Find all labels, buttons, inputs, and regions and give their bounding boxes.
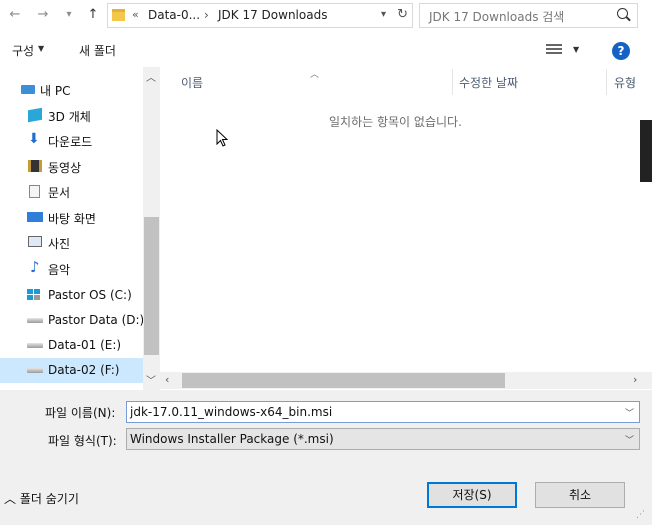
back-arrow-icon[interactable]: ← bbox=[6, 6, 24, 24]
breadcrumb-separator[interactable]: › bbox=[204, 8, 209, 22]
nav-item-label: Pastor OS (C:) bbox=[48, 288, 132, 302]
pictures-icon bbox=[28, 236, 42, 247]
empty-folder-message: 일치하는 항목이 없습니다. bbox=[329, 115, 462, 129]
nav-item-drive-c[interactable]: Pastor OS (C:) bbox=[0, 283, 143, 308]
address-bar[interactable]: « Data-0... › JDK 17 Downloads ▾ ↻ bbox=[107, 3, 413, 28]
search-input[interactable]: JDK 17 Downloads 검색 bbox=[419, 3, 638, 28]
document-icon bbox=[29, 185, 40, 198]
mouse-cursor-icon bbox=[216, 129, 228, 147]
nav-item-label: 음악 bbox=[48, 263, 71, 277]
drive-icon bbox=[27, 368, 43, 373]
breadcrumb-item[interactable]: JDK 17 Downloads bbox=[218, 8, 327, 22]
scroll-left-icon[interactable]: ‹ bbox=[165, 373, 169, 386]
nav-item-label: 내 PC bbox=[40, 84, 71, 98]
file-list[interactable]: ︿ 이름 수정한 날짜 유형 일치하는 항목이 없습니다. ‹ › bbox=[160, 67, 652, 390]
nav-item-label: 바탕 화면 bbox=[48, 212, 96, 226]
file-name-field[interactable]: jdk-17.0.11_windows-x64_bin.msi ﹀ bbox=[126, 401, 640, 423]
3d-objects-icon bbox=[28, 107, 42, 123]
sort-ascending-icon: ︿ bbox=[310, 70, 320, 80]
column-divider[interactable] bbox=[452, 69, 453, 95]
windows-drive-icon bbox=[27, 289, 41, 301]
background-window-edge bbox=[640, 120, 652, 182]
chevron-up-icon: ︿ bbox=[4, 492, 17, 506]
hide-folders-toggle[interactable]: ︿ 폴더 숨기기 bbox=[4, 490, 79, 507]
organize-button[interactable]: 구성 bbox=[12, 42, 34, 59]
music-icon: ♪ bbox=[30, 258, 40, 276]
organize-dropdown-icon[interactable]: ▼ bbox=[38, 44, 44, 53]
hide-folders-label: 폴더 숨기기 bbox=[19, 492, 79, 506]
toolbar: 구성 ▼ 새 폴더 ▼ ? bbox=[0, 33, 652, 67]
save-options-panel: 파일 이름(N): jdk-17.0.11_windows-x64_bin.ms… bbox=[0, 390, 652, 525]
nav-item-music[interactable]: ♪ 음악 bbox=[0, 256, 143, 281]
nav-item-label: Pastor Data (D:) bbox=[48, 313, 145, 327]
drive-icon bbox=[27, 318, 43, 323]
refresh-icon[interactable]: ↻ bbox=[397, 7, 408, 22]
up-arrow-icon[interactable]: ↑ bbox=[84, 6, 102, 24]
nav-item-desktop[interactable]: 바탕 화면 bbox=[0, 205, 143, 230]
nav-item-label: 사진 bbox=[48, 237, 71, 251]
new-folder-button[interactable]: 새 폴더 bbox=[79, 42, 116, 59]
folder-icon bbox=[112, 9, 125, 21]
search-icon[interactable] bbox=[617, 8, 628, 19]
chevron-down-icon[interactable]: ﹀ bbox=[625, 433, 634, 446]
column-header-type[interactable]: 유형 bbox=[614, 74, 636, 91]
address-row: ← → ▾ ↑ « Data-0... › JDK 17 Downloads ▾… bbox=[0, 0, 652, 32]
help-icon[interactable]: ? bbox=[612, 42, 630, 60]
horizontal-scroll-thumb[interactable] bbox=[182, 373, 505, 388]
nav-item-label: 3D 개체 bbox=[48, 110, 91, 124]
cancel-button[interactable]: 취소 bbox=[535, 482, 625, 508]
nav-item-label: 문서 bbox=[48, 186, 71, 200]
nav-item-drive-d[interactable]: Pastor Data (D:) bbox=[0, 308, 145, 333]
recent-locations-chevron-icon[interactable]: ▾ bbox=[60, 6, 78, 24]
nav-item-pictures[interactable]: 사진 bbox=[0, 230, 143, 255]
nav-item-drive-f[interactable]: Data-02 (F:) bbox=[0, 358, 143, 383]
search-placeholder: JDK 17 Downloads 검색 bbox=[429, 10, 565, 24]
horizontal-scrollbar[interactable]: ‹ › bbox=[160, 372, 652, 389]
nav-item-label: 동영상 bbox=[48, 161, 82, 175]
view-options-icon[interactable] bbox=[546, 44, 562, 56]
file-name-value[interactable]: jdk-17.0.11_windows-x64_bin.msi bbox=[130, 405, 332, 419]
forward-arrow-icon[interactable]: → bbox=[34, 6, 52, 24]
file-type-label: 파일 형식(T): bbox=[48, 434, 117, 448]
nav-item-this-pc[interactable]: 내 PC bbox=[0, 77, 143, 102]
address-dropdown-icon[interactable]: ▾ bbox=[381, 9, 386, 20]
file-type-select[interactable]: Windows Installer Package (*.msi) ﹀ bbox=[126, 428, 640, 450]
nav-scrollbar[interactable]: ︿ ﹀ bbox=[143, 67, 160, 390]
nav-item-downloads[interactable]: ⬇ 다운로드 bbox=[0, 128, 143, 153]
nav-item-videos[interactable]: 동영상 bbox=[0, 154, 143, 179]
chevron-down-icon[interactable]: ﹀ bbox=[625, 406, 634, 419]
breadcrumb-item[interactable]: Data-0... bbox=[148, 8, 200, 22]
video-icon bbox=[28, 160, 42, 172]
desktop-icon bbox=[27, 212, 43, 222]
pc-icon bbox=[21, 85, 35, 94]
resize-grip-icon[interactable]: ⋰ bbox=[636, 510, 645, 520]
scroll-right-icon[interactable]: › bbox=[633, 373, 637, 386]
nav-item-documents[interactable]: 문서 bbox=[0, 179, 143, 204]
breadcrumb-overflow[interactable]: « bbox=[132, 8, 139, 21]
scroll-up-icon[interactable]: ︿ bbox=[146, 69, 156, 84]
nav-item-label: Data-02 (F:) bbox=[48, 363, 120, 377]
save-button[interactable]: 저장(S) bbox=[427, 482, 517, 508]
column-divider[interactable] bbox=[606, 69, 607, 95]
view-dropdown-icon[interactable]: ▼ bbox=[573, 45, 579, 54]
nav-scroll-thumb[interactable] bbox=[144, 217, 159, 355]
navigation-pane: 내 PC 3D 개체 ⬇ 다운로드 동영상 문서 바탕 화면 사진 ♪ 음악 P… bbox=[0, 67, 160, 390]
download-icon: ⬇ bbox=[28, 131, 40, 147]
file-type-value[interactable]: Windows Installer Package (*.msi) bbox=[130, 432, 334, 446]
column-header-name[interactable]: 이름 bbox=[181, 74, 203, 91]
column-header-date-modified[interactable]: 수정한 날짜 bbox=[459, 74, 518, 91]
nav-item-label: 다운로드 bbox=[48, 135, 93, 149]
nav-item-3d-objects[interactable]: 3D 개체 bbox=[0, 103, 143, 128]
scroll-down-icon[interactable]: ﹀ bbox=[146, 372, 156, 387]
nav-item-drive-e[interactable]: Data-01 (E:) bbox=[0, 333, 143, 358]
drive-icon bbox=[27, 343, 43, 348]
nav-item-label: Data-01 (E:) bbox=[48, 338, 122, 352]
file-name-label: 파일 이름(N): bbox=[45, 406, 116, 420]
